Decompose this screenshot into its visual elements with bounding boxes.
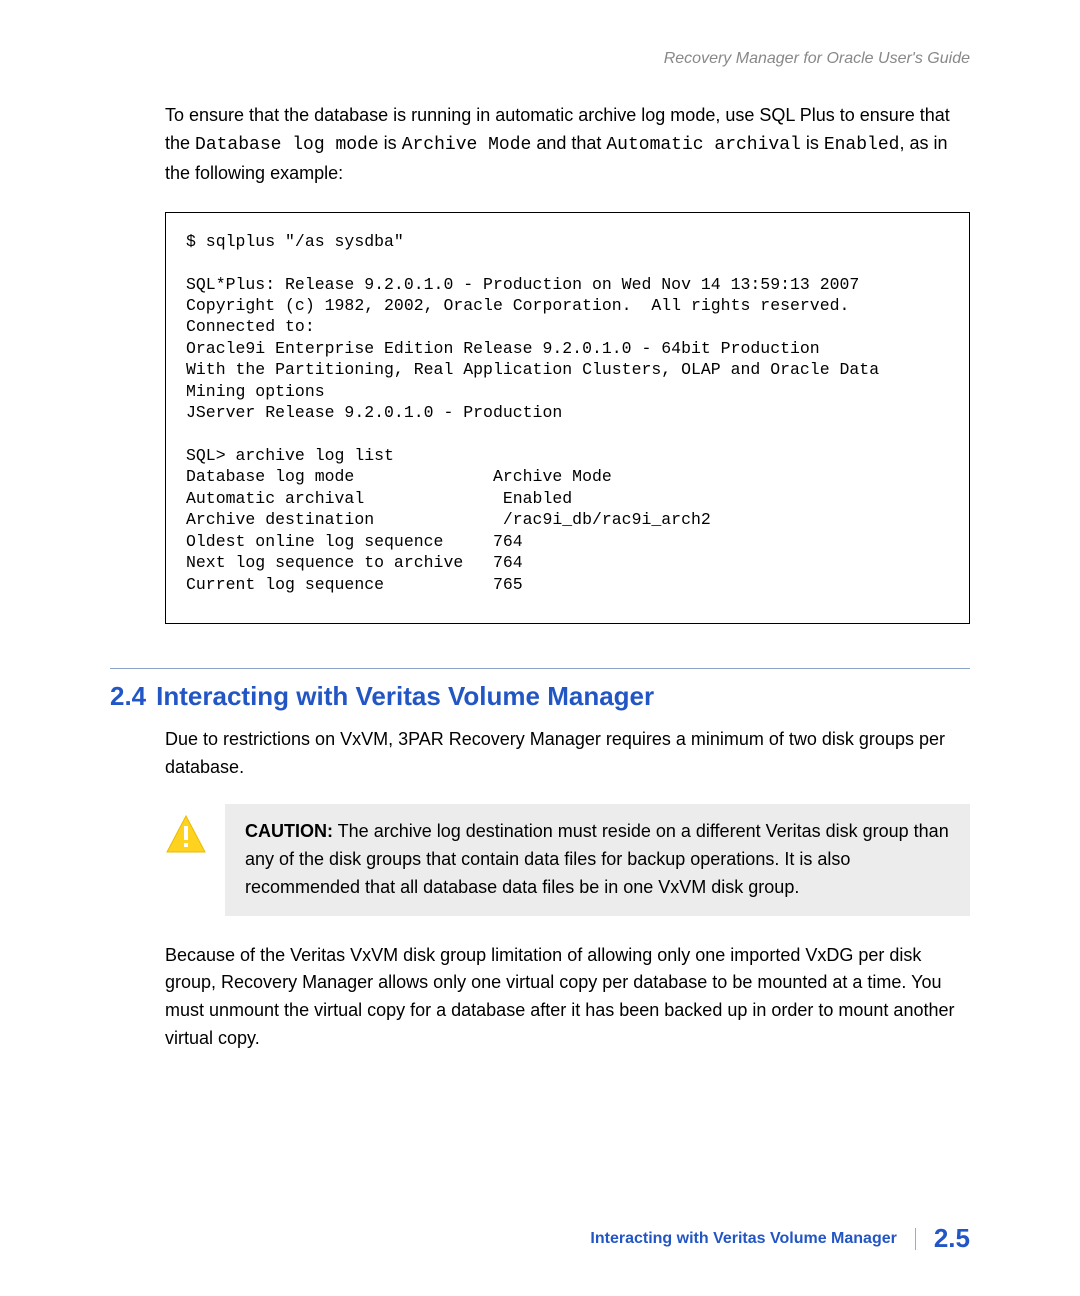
section-title-text: Interacting with Veritas Volume Manager [156, 681, 654, 711]
caution-icon [165, 814, 207, 861]
footer-page-number: 2.5 [934, 1223, 970, 1254]
caution-block: CAUTION: The archive log destination mus… [165, 804, 970, 916]
page-header: Recovery Manager for Oracle User's Guide [110, 50, 970, 68]
section-divider [110, 668, 970, 669]
intro-mid2: and that [531, 133, 606, 153]
code-autoarchival: Automatic archival [606, 135, 800, 155]
code-enabled: Enabled [824, 135, 900, 155]
page: Recovery Manager for Oracle User's Guide… [0, 0, 1080, 1296]
intro-mid3: is [801, 133, 824, 153]
section-heading: 2.4 Interacting with Veritas Volume Manag… [110, 681, 970, 712]
code-archivemode: Archive Mode [402, 135, 532, 155]
code-dblogmode: Database log mode [195, 135, 379, 155]
caution-body: The archive log destination must reside … [245, 821, 949, 897]
code-block: $ sqlplus "/as sysdba" SQL*Plus: Release… [165, 212, 970, 624]
page-footer: Interacting with Veritas Volume Manager … [590, 1223, 970, 1254]
section-para-2: Because of the Veritas VxVM disk group l… [165, 942, 970, 1054]
footer-separator [915, 1228, 916, 1250]
section-para-1: Due to restrictions on VxVM, 3PAR Recove… [165, 726, 970, 782]
footer-section-title: Interacting with Veritas Volume Manager [590, 1230, 896, 1248]
intro-mid1: is [379, 133, 402, 153]
intro-paragraph: To ensure that the database is running i… [165, 102, 970, 188]
caution-text-box: CAUTION: The archive log destination mus… [225, 804, 970, 916]
section-number: 2.4 [110, 681, 146, 711]
caution-label: CAUTION: [245, 821, 333, 841]
